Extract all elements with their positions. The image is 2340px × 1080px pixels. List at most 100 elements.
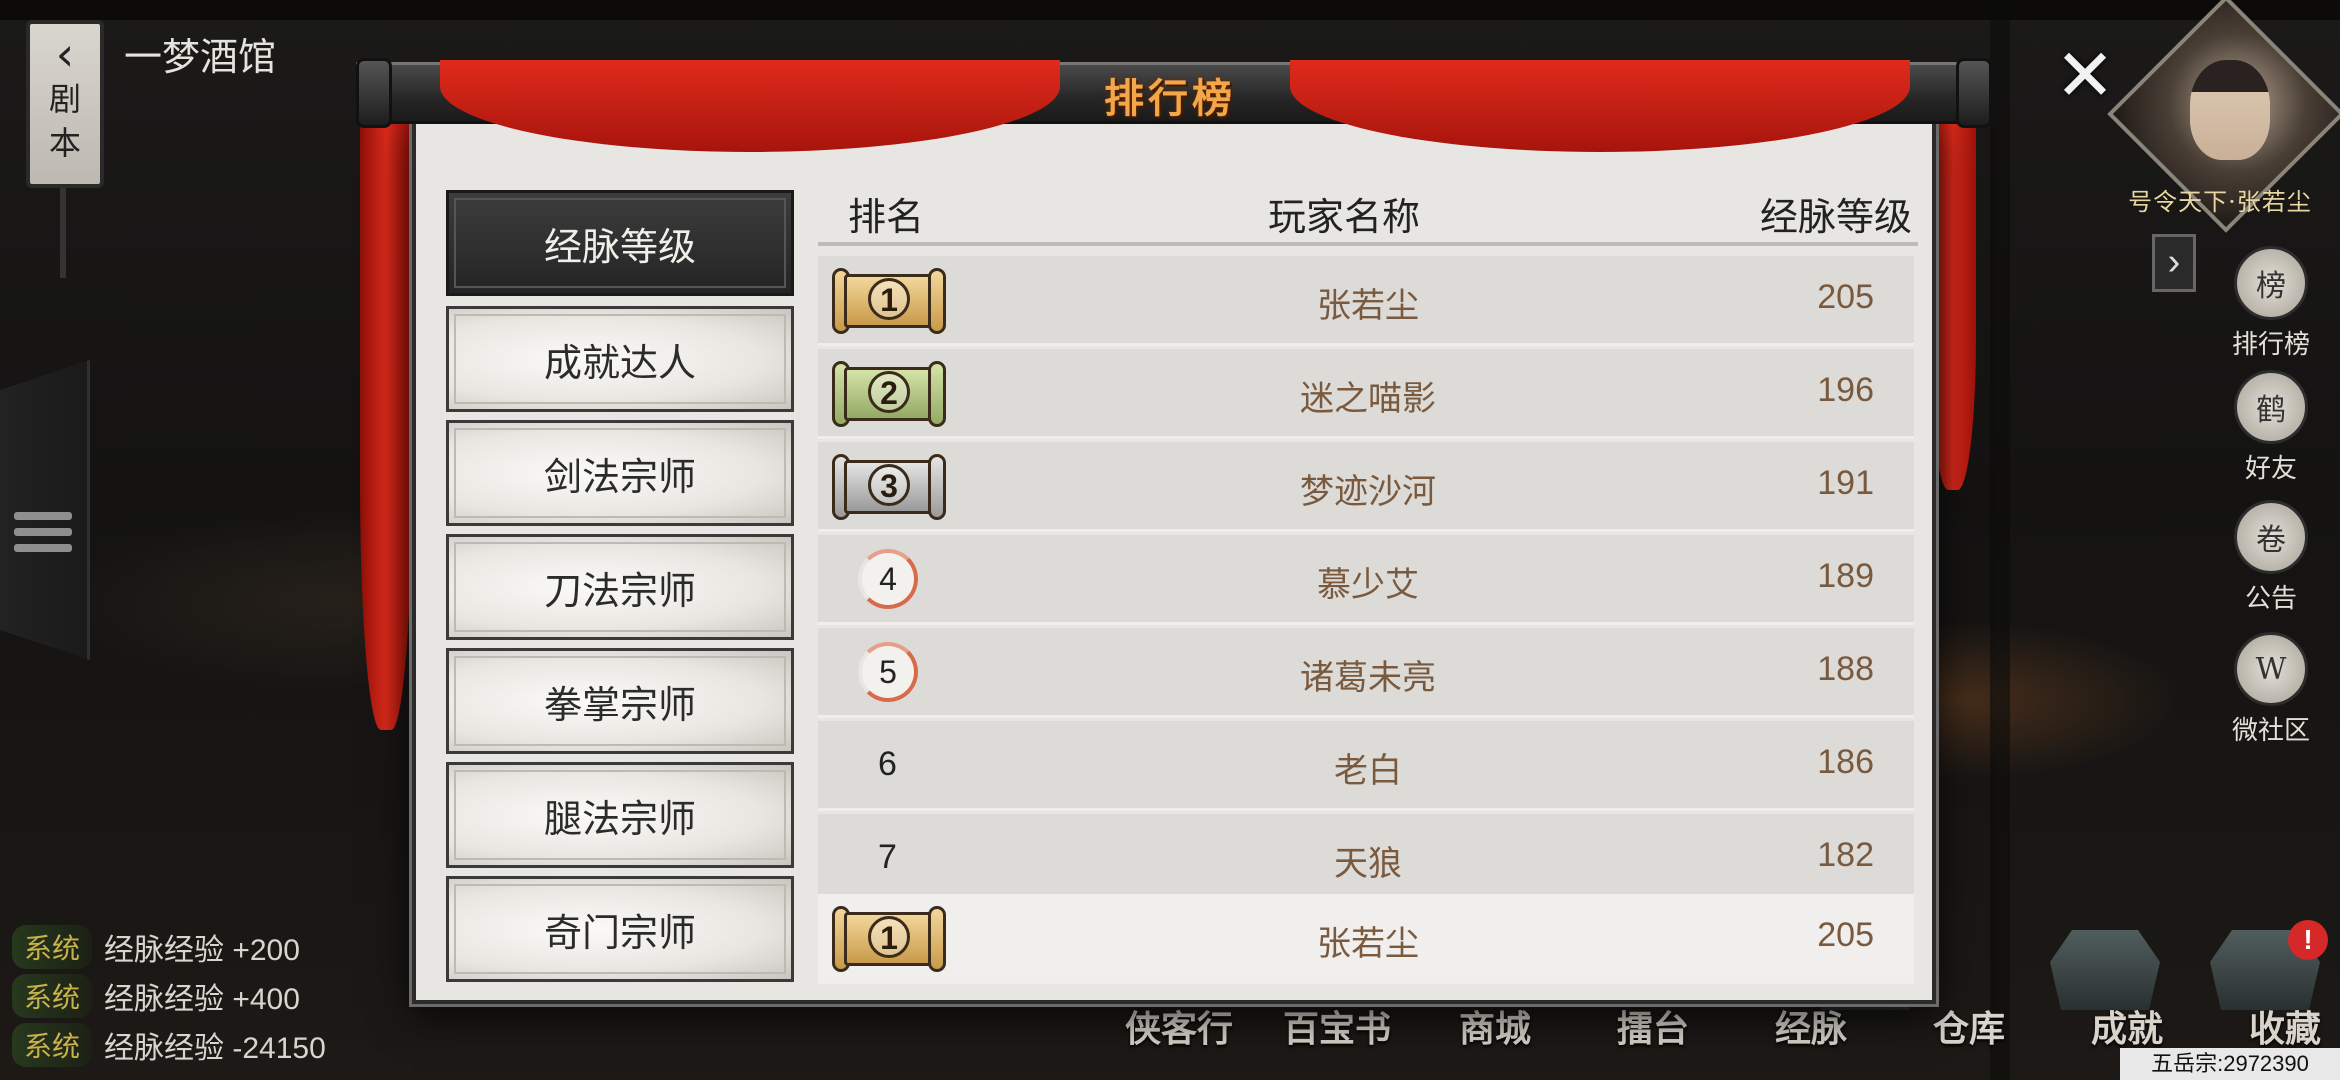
rank-number: 1 [868, 278, 910, 320]
log-entry: 系统 经脉经验 +400 [12, 971, 326, 1020]
ranking-label: 排行榜 [2231, 330, 2310, 360]
scroll-rod-end [356, 58, 392, 128]
rank-number: 3 [868, 464, 910, 506]
player-title: 号令天下·张若尘 [2128, 188, 2312, 216]
curtain-left [360, 110, 412, 730]
rank-medal-gold: 1 [832, 268, 946, 334]
column-rank: 排名 [848, 197, 925, 239]
log-message: 经脉经验 +400 [104, 982, 300, 1016]
nav-baibaoshu[interactable]: 百宝书 [1258, 1000, 1416, 1052]
curtain-right [1930, 110, 1976, 490]
table-row[interactable]: 1 张若尘 205 [818, 256, 1914, 346]
log-tag: 系统 [12, 973, 93, 1018]
rank-circle: 5 [858, 642, 918, 702]
rank-medal-green: 2 [832, 361, 946, 427]
back-label-2: 本 [48, 124, 81, 162]
nav-arena[interactable]: 擂台 [1574, 1000, 1732, 1052]
column-meridian-level: 经脉等级 [1760, 197, 1913, 239]
log-message: 经脉经验 +200 [104, 933, 300, 967]
log-entry: 系统 经脉经验 +200 [12, 922, 326, 971]
player-name: 梦迹沙河 [1300, 473, 1436, 511]
player-name: 张若尘 [1317, 287, 1419, 325]
ranking-icon: 榜 [2234, 246, 2308, 320]
rank-circle: 4 [858, 549, 918, 609]
player-name: 老白 [1334, 752, 1402, 790]
side-menu-tower[interactable] [0, 360, 90, 660]
rank-number: 6 [878, 745, 897, 783]
community-icon: W [2234, 632, 2308, 706]
tab-qimen-master[interactable]: 奇门宗师 [446, 876, 794, 982]
player-name: 迷之喵影 [1300, 380, 1436, 418]
log-tag: 系统 [12, 924, 93, 969]
rank-number: 2 [868, 371, 910, 413]
close-icon[interactable]: ✕ [2050, 39, 2120, 111]
announcement-button[interactable]: 卷 公告 [2216, 500, 2326, 615]
hamburger-icon[interactable] [14, 512, 72, 520]
friends-button[interactable]: 鹤 好友 [2216, 370, 2326, 485]
scroll-rod-end [1956, 58, 1992, 128]
tab-meridian-level[interactable]: 经脉等级 [446, 190, 794, 296]
announcement-icon: 卷 [2234, 500, 2308, 574]
player-name: 诸葛未亮 [1300, 659, 1436, 697]
script-back-button[interactable]: ‹ 剧 本 [26, 20, 104, 188]
meridian-level-value: 186 [1817, 743, 1874, 781]
hamburger-line [14, 544, 72, 552]
bottom-nav: 侠客行 百宝书 商城 擂台 经脉 仓库 成就 收藏 [1100, 1000, 2340, 1052]
ranking-button[interactable]: 榜 排行榜 [2216, 246, 2326, 361]
rank-number: 1 [868, 916, 910, 958]
tab-achievement-master[interactable]: 成就达人 [446, 306, 794, 412]
nav-xiakexing[interactable]: 侠客行 [1100, 1000, 1258, 1052]
system-log: 系统 经脉经验 +200 系统 经脉经验 +400 系统 经脉经验 -24150 [12, 922, 326, 1069]
community-button[interactable]: W 微社区 [2216, 632, 2326, 747]
table-row[interactable]: 2 迷之喵影 196 [818, 349, 1914, 439]
player-name: 张若尘 [1317, 925, 1419, 963]
dialog-title: 排行榜 [1104, 75, 1236, 122]
location-title: 一梦酒馆 [124, 37, 277, 79]
table-row[interactable]: 7 天狼 182 [818, 814, 1914, 904]
community-label: 微社区 [2231, 716, 2310, 746]
tab-blade-master[interactable]: 刀法宗师 [446, 534, 794, 640]
table-row[interactable]: 6 老白 186 [818, 721, 1914, 811]
header-divider [818, 242, 1918, 246]
notification-badge: ! [2288, 920, 2328, 960]
meridian-level-value: 182 [1817, 836, 1874, 874]
meridian-level-value: 189 [1817, 557, 1874, 595]
column-player-name: 玩家名称 [1268, 197, 1421, 239]
friends-label: 好友 [2244, 454, 2297, 484]
nav-collection[interactable]: 收藏 [2206, 1000, 2340, 1052]
hamburger-line [14, 528, 72, 536]
tassel-decoration [60, 188, 66, 278]
player-name: 天狼 [1334, 845, 1402, 883]
server-id-label: 五岳宗:2972390 [2120, 1048, 2340, 1080]
log-message: 经脉经验 -24150 [104, 1031, 326, 1065]
avatar-portrait [2190, 60, 2270, 160]
announcement-label: 公告 [2244, 584, 2297, 614]
chevron-left-icon: ‹ [55, 27, 75, 81]
rank-medal-gold: 1 [832, 906, 946, 972]
table-row[interactable]: 3 梦迹沙河 191 [818, 442, 1914, 532]
nav-warehouse[interactable]: 仓库 [1890, 1000, 2048, 1052]
log-tag: 系统 [12, 1022, 93, 1067]
chevron-right-icon[interactable]: › [2152, 234, 2196, 292]
tab-sword-master[interactable]: 剑法宗师 [446, 420, 794, 526]
back-label-1: 剧 [48, 80, 81, 118]
meridian-level-value: 205 [1817, 916, 1874, 954]
player-name: 慕少艾 [1317, 566, 1419, 604]
log-entry: 系统 经脉经验 -24150 [12, 1020, 326, 1069]
table-row[interactable]: 4 慕少艾 189 [818, 535, 1914, 625]
tab-fist-master[interactable]: 拳掌宗师 [446, 648, 794, 754]
nav-achievement[interactable]: 成就 [2048, 1000, 2206, 1052]
meridian-level-value: 196 [1817, 371, 1874, 409]
table-row[interactable]: 5 诸葛未亮 188 [818, 628, 1914, 718]
meridian-level-value: 188 [1817, 650, 1874, 688]
nav-meridian[interactable]: 经脉 [1732, 1000, 1890, 1052]
rank-number: 7 [878, 838, 897, 876]
meridian-level-value: 191 [1817, 464, 1874, 502]
tab-leg-master[interactable]: 腿法宗师 [446, 762, 794, 868]
nav-shop[interactable]: 商城 [1416, 1000, 1574, 1052]
my-rank-row[interactable]: 1 张若尘 205 [818, 894, 1914, 984]
rank-medal-silver: 3 [832, 454, 946, 520]
achievement-icon [2050, 930, 2160, 1010]
friends-icon: 鹤 [2234, 370, 2308, 444]
meridian-level-value: 205 [1817, 278, 1874, 316]
